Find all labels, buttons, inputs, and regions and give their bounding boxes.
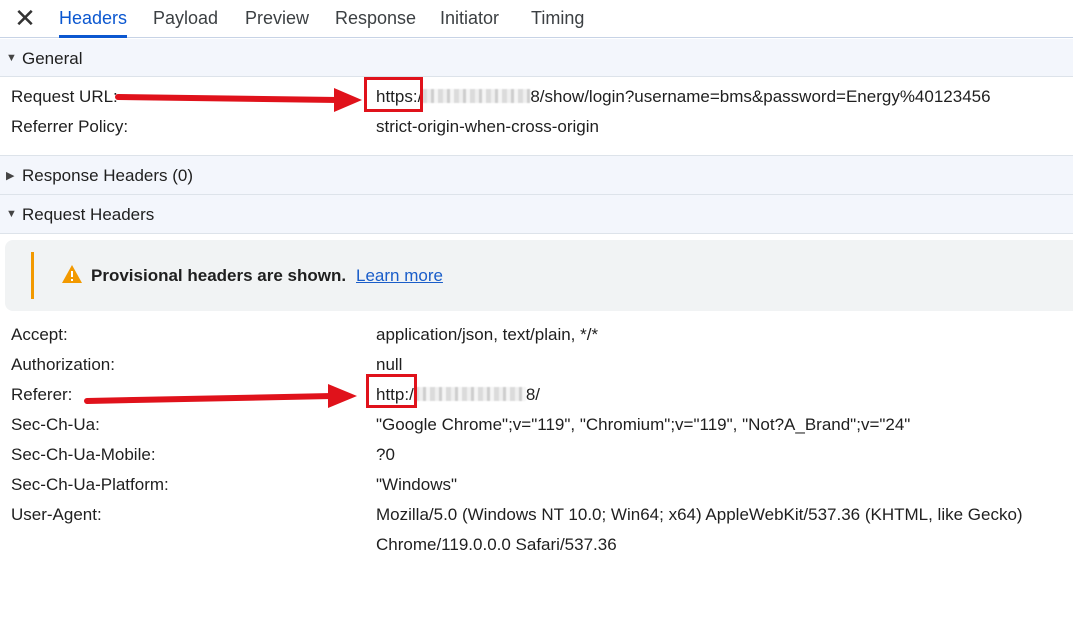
- section-request-headers-title: Request Headers: [22, 205, 155, 224]
- sec-ch-ua-mobile-label: Sec-Ch-Ua-Mobile:: [11, 445, 156, 464]
- user-agent-value-line2: Chrome/119.0.0.0 Safari/537.36: [376, 535, 617, 554]
- authorization-label: Authorization:: [11, 355, 115, 374]
- authorization-value: null: [376, 355, 403, 374]
- referrer-policy-label: Referrer Policy:: [11, 117, 129, 136]
- section-response-headers-header[interactable]: ▶ Response Headers (0): [0, 155, 1073, 195]
- devtools-tab-bar: ✕ Headers Payload Preview Response Initi…: [0, 0, 1073, 38]
- tab-timing[interactable]: Timing: [531, 0, 584, 37]
- sec-ch-ua-label: Sec-Ch-Ua:: [11, 415, 100, 434]
- accept-label: Accept:: [11, 325, 68, 344]
- warning-triangle-icon: [62, 265, 82, 283]
- sec-ch-ua-mobile-value: ?0: [376, 445, 395, 464]
- section-response-headers-title: Response Headers (0): [22, 166, 194, 185]
- referrer-policy-value: strict-origin-when-cross-origin: [376, 117, 599, 136]
- tab-preview[interactable]: Preview: [245, 0, 309, 37]
- sec-ch-ua-platform-value: "Windows": [376, 475, 458, 494]
- triangle-right-icon: ▶: [6, 170, 15, 182]
- tab-headers[interactable]: Headers: [59, 0, 128, 38]
- annotation-arrow: [115, 88, 362, 112]
- section-request-headers-header[interactable]: ▼ Request Headers: [0, 195, 1073, 234]
- accept-value: application/json, text/plain, */*: [376, 325, 599, 344]
- learn-more-link[interactable]: Learn more: [356, 266, 443, 286]
- close-icon[interactable]: ✕: [12, 4, 38, 32]
- referer-label: Referer:: [11, 385, 73, 404]
- annotation-highlight-box: [364, 77, 423, 112]
- warning-text: Provisional headers are shown.: [91, 266, 347, 285]
- request-url-value[interactable]: https:/8/show/login?username=bms&passwor…: [376, 87, 991, 107]
- referer-path: 8/: [525, 385, 541, 404]
- section-general-header[interactable]: ▼ General: [0, 39, 1073, 77]
- provisional-headers-warning: Provisional headers are shown. Learn mor…: [5, 240, 1073, 311]
- redacted-host: [413, 387, 526, 401]
- triangle-down-icon: ▼: [6, 52, 17, 64]
- request-url-label: Request URL:: [11, 87, 118, 106]
- tab-payload[interactable]: Payload: [153, 0, 218, 37]
- annotation-highlight-box: [366, 374, 417, 408]
- tab-initiator[interactable]: Initiator: [440, 0, 499, 37]
- sec-ch-ua-platform-label: Sec-Ch-Ua-Platform:: [11, 475, 169, 494]
- redacted-host: [422, 89, 531, 103]
- tab-response[interactable]: Response: [335, 0, 416, 37]
- user-agent-value: Mozilla/5.0 (Windows NT 10.0; Win64; x64…: [376, 505, 1023, 524]
- warning-accent-bar: [31, 252, 34, 299]
- triangle-down-icon: ▼: [6, 208, 17, 220]
- sec-ch-ua-value: "Google Chrome";v="119", "Chromium";v="1…: [376, 415, 911, 434]
- request-url-path: 8/show/login?username=bms&password=Energ…: [530, 87, 991, 106]
- section-general-title: General: [22, 49, 83, 68]
- user-agent-label: User-Agent:: [11, 505, 102, 524]
- annotation-arrow: [84, 384, 357, 408]
